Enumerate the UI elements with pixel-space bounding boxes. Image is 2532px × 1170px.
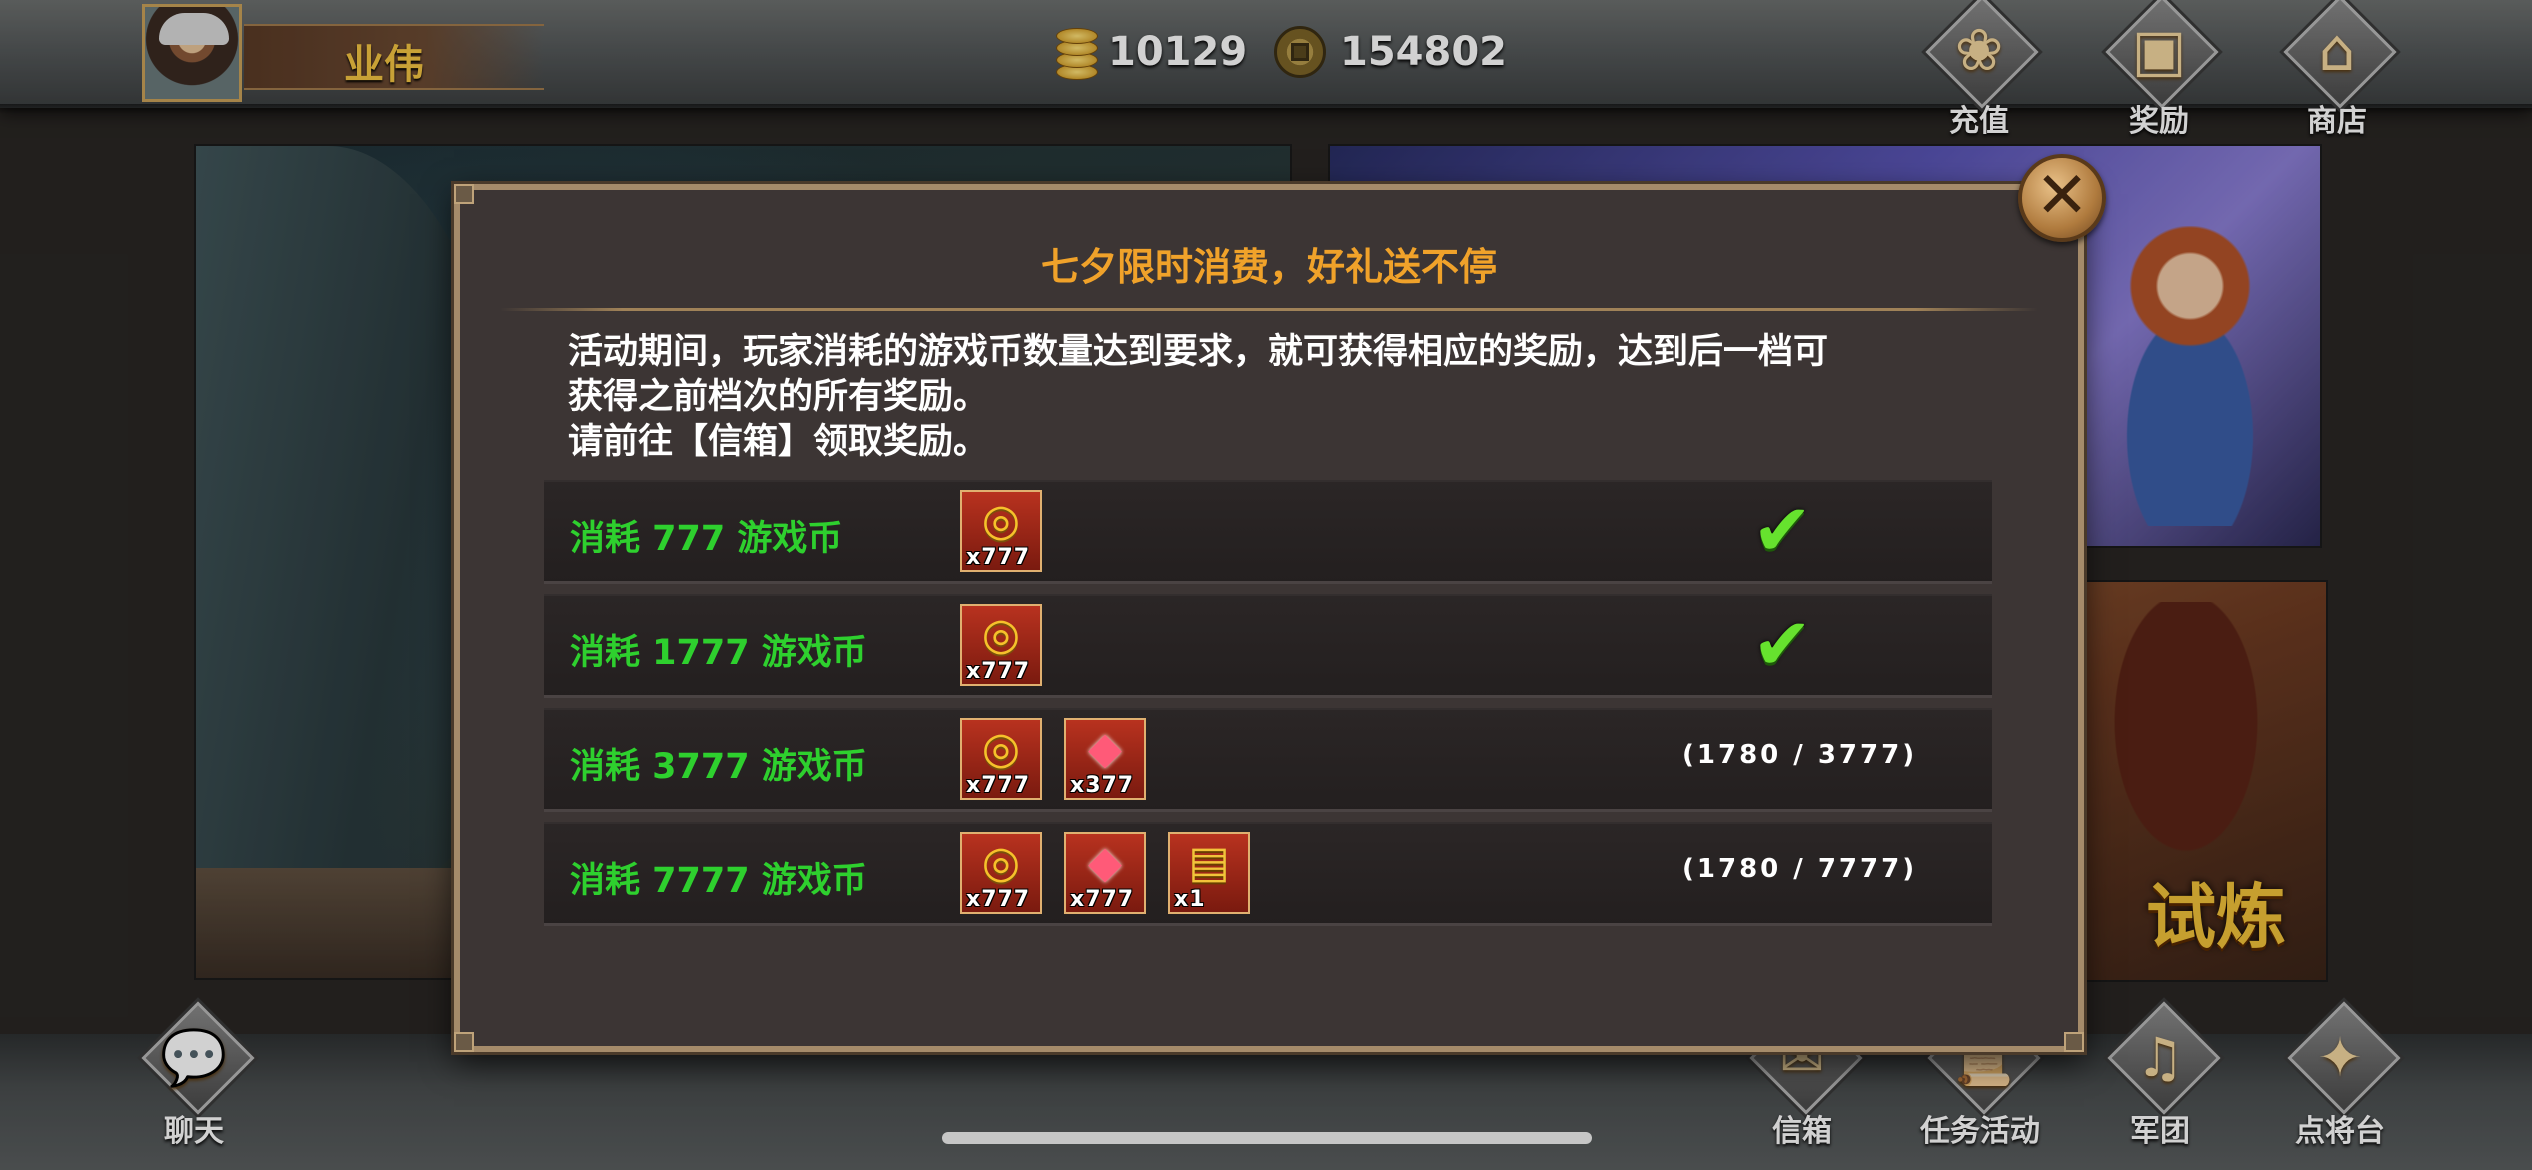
tier-progress: (1780 / 3777)	[1682, 740, 1918, 770]
gold-coins-icon: ◎	[981, 609, 1021, 660]
description-line: 获得之前档次的所有奖励。	[568, 377, 989, 417]
tier-progress: (1780 / 7777)	[1682, 854, 1918, 884]
red-gem-icon: ◆	[1088, 723, 1122, 774]
gold-coins-icon: ◎	[981, 495, 1021, 546]
gold-coins-icon: ◎	[981, 837, 1021, 888]
reward-quantity: x777	[966, 773, 1031, 798]
reward-tier-row: 消耗 3777 游戏币 ◎ x777 ◆ x377 (1780 / 3777)	[544, 708, 1992, 812]
reward-tier-row: 消耗 1777 游戏币 ◎ x777 ✔	[544, 594, 1992, 698]
tier-requirement: 消耗 777 游戏币	[570, 519, 843, 559]
reward-quantity: x777	[966, 659, 1031, 684]
reward-quantity: x777	[1070, 887, 1135, 912]
description-line: 请前往【信箱】领取奖励。	[568, 422, 989, 462]
dialog-corner	[454, 184, 474, 204]
description-line: 活动期间，玩家消耗的游戏币数量达到要求，就可获得相应的奖励，达到后一档可	[568, 332, 1829, 372]
tier-requirement: 消耗 3777 游戏币	[570, 747, 867, 787]
reward-tier-row: 消耗 777 游戏币 ◎ x777 ✔	[544, 480, 1992, 584]
close-button[interactable]: ✕	[2018, 154, 2106, 242]
reward-quantity: x777	[966, 545, 1031, 570]
dialog-corner	[454, 1032, 474, 1052]
reward-item[interactable]: ▤ x1	[1168, 832, 1250, 914]
reward-item[interactable]: ◎ x777	[960, 832, 1042, 914]
checkmark-icon: ✔	[1752, 602, 1813, 686]
reward-item[interactable]: ◎ x777	[960, 604, 1042, 686]
tier-requirement: 消耗 7777 游戏币	[570, 861, 867, 901]
title-divider	[500, 308, 2038, 311]
gold-coins-icon: ◎	[981, 723, 1021, 774]
event-description: 活动期间，玩家消耗的游戏币数量达到要求，就可获得相应的奖励，达到后一档可 获得之…	[568, 330, 1988, 465]
reward-quantity: x1	[1174, 887, 1206, 912]
reward-item[interactable]: ◆ x377	[1064, 718, 1146, 800]
reward-item[interactable]: ◎ x777	[960, 718, 1042, 800]
reward-item[interactable]: ◎ x777	[960, 490, 1042, 572]
reward-quantity: x377	[1070, 773, 1135, 798]
reward-tier-row: 消耗 7777 游戏币 ◎ x777 ◆ x777 ▤ x1 (1780 / 7…	[544, 822, 1992, 926]
event-dialog: 七夕限时消费，好礼送不停 活动期间，玩家消耗的游戏币数量达到要求，就可获得相应的…	[454, 184, 2084, 1052]
dialog-title: 七夕限时消费，好礼送不停	[1040, 245, 1497, 289]
reward-item[interactable]: ◆ x777	[1064, 832, 1146, 914]
close-icon: ✕	[2035, 159, 2089, 233]
treasure-chest-icon: ▤	[1188, 837, 1230, 888]
reward-quantity: x777	[966, 887, 1031, 912]
tier-requirement: 消耗 1777 游戏币	[570, 633, 867, 673]
dialog-corner	[2064, 1032, 2084, 1052]
checkmark-icon: ✔	[1752, 488, 1813, 572]
red-gem-icon: ◆	[1088, 837, 1122, 888]
